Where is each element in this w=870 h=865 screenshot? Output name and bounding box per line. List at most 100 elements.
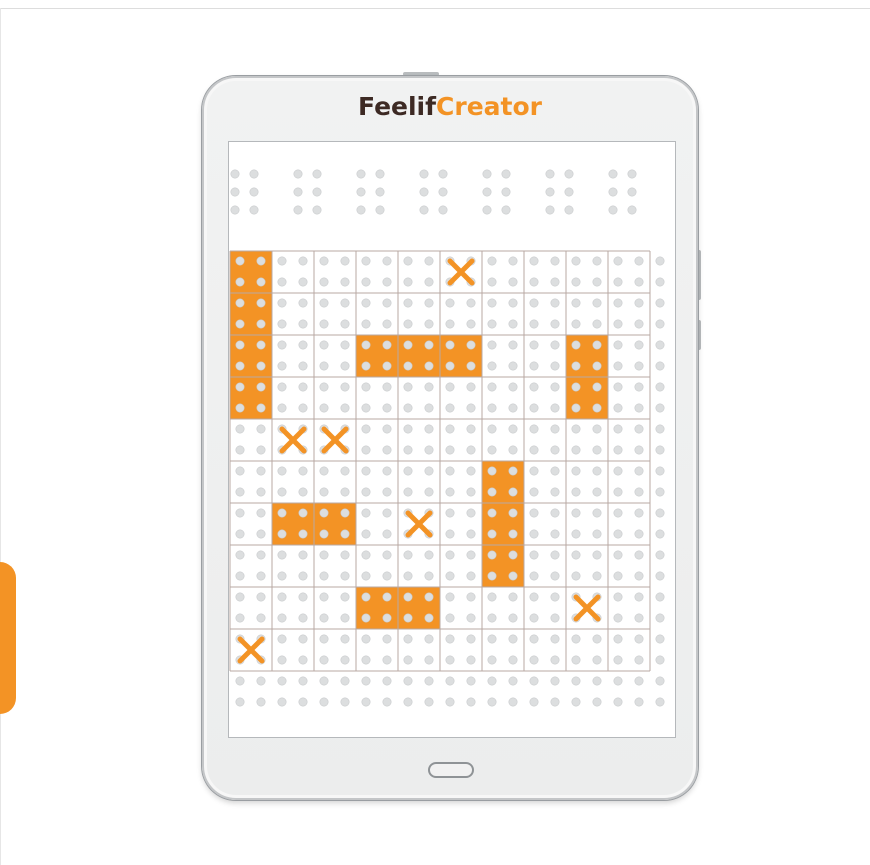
braille-dot — [613, 550, 623, 560]
braille-dot — [277, 676, 287, 686]
filled-cell[interactable] — [440, 335, 482, 377]
braille-dot — [592, 466, 602, 476]
braille-dot — [466, 340, 476, 350]
filled-cell[interactable] — [230, 377, 272, 419]
braille-dot — [613, 403, 623, 413]
filled-cell[interactable] — [356, 335, 398, 377]
braille-dot — [403, 676, 413, 686]
braille-dot — [529, 655, 539, 665]
x-mark-icon[interactable] — [405, 510, 433, 538]
braille-dot — [529, 634, 539, 644]
side-tab[interactable] — [0, 562, 16, 714]
braille-dot — [382, 508, 392, 518]
braille-dot — [613, 655, 623, 665]
braille-dot — [277, 613, 287, 623]
braille-dot — [529, 256, 539, 266]
filled-cell[interactable] — [566, 377, 608, 419]
filled-cell[interactable] — [566, 335, 608, 377]
braille-dot — [655, 319, 665, 329]
braille-dot — [277, 529, 287, 539]
braille-canvas[interactable] — [228, 141, 676, 738]
braille-dot — [235, 340, 245, 350]
filled-cell[interactable] — [398, 335, 440, 377]
braille-dot — [550, 634, 560, 644]
filled-cell[interactable] — [482, 503, 524, 545]
braille-dot — [382, 466, 392, 476]
filled-cell[interactable] — [398, 587, 440, 629]
braille-dot — [487, 592, 497, 602]
braille-dot — [613, 340, 623, 350]
filled-cell[interactable] — [230, 251, 272, 293]
filled-cell[interactable] — [314, 503, 356, 545]
braille-dot — [571, 655, 581, 665]
braille-dot — [634, 697, 644, 707]
braille-dot — [319, 613, 329, 623]
braille-dot — [545, 187, 555, 197]
braille-dot — [487, 298, 497, 308]
braille-dot — [571, 403, 581, 413]
braille-dot — [382, 403, 392, 413]
x-mark-icon[interactable] — [321, 426, 349, 454]
braille-dot — [424, 613, 434, 623]
filled-cell[interactable] — [230, 293, 272, 335]
braille-dot — [382, 256, 392, 266]
x-mark-icon[interactable] — [447, 258, 475, 286]
braille-dot — [592, 529, 602, 539]
braille-dot — [529, 592, 539, 602]
braille-dot — [235, 382, 245, 392]
braille-dot — [319, 697, 329, 707]
braille-dot — [424, 277, 434, 287]
braille-dot — [571, 319, 581, 329]
braille-dot — [235, 487, 245, 497]
braille-dot — [277, 550, 287, 560]
braille-dot — [613, 277, 623, 287]
braille-dot — [235, 403, 245, 413]
x-mark-icon[interactable] — [279, 426, 307, 454]
braille-dot — [256, 466, 266, 476]
braille-dot — [235, 550, 245, 560]
braille-dot — [235, 424, 245, 434]
filled-cell[interactable] — [230, 335, 272, 377]
filled-cell[interactable] — [356, 587, 398, 629]
filled-cell[interactable] — [482, 461, 524, 503]
x-mark-icon[interactable] — [237, 636, 265, 664]
braille-dot — [445, 592, 455, 602]
braille-dot — [403, 634, 413, 644]
braille-dot — [312, 169, 322, 179]
braille-dot — [230, 205, 240, 215]
braille-dot — [487, 256, 497, 266]
braille-dot — [298, 256, 308, 266]
x-mark-icon[interactable] — [573, 594, 601, 622]
braille-dot — [403, 697, 413, 707]
braille-dot — [424, 361, 434, 371]
filled-cell[interactable] — [272, 503, 314, 545]
braille-dot — [501, 205, 511, 215]
braille-dot — [403, 445, 413, 455]
braille-dot — [340, 382, 350, 392]
braille-dot — [340, 529, 350, 539]
braille-dot — [545, 169, 555, 179]
braille-dot — [634, 676, 644, 686]
braille-dot — [256, 424, 266, 434]
braille-dot — [466, 529, 476, 539]
braille-dot — [438, 187, 448, 197]
braille-dot — [382, 655, 392, 665]
braille-dot — [361, 361, 371, 371]
braille-dot — [424, 445, 434, 455]
braille-dot — [550, 613, 560, 623]
braille-dot — [571, 340, 581, 350]
braille-dot — [230, 187, 240, 197]
braille-dot — [403, 487, 413, 497]
braille-dot — [403, 655, 413, 665]
braille-dot — [256, 571, 266, 581]
braille-dot — [634, 256, 644, 266]
braille-dot — [592, 445, 602, 455]
filled-cell[interactable] — [482, 545, 524, 587]
braille-dot — [356, 187, 366, 197]
braille-dot — [382, 487, 392, 497]
home-button-icon[interactable] — [428, 762, 474, 778]
braille-dot — [571, 508, 581, 518]
braille-dot — [403, 298, 413, 308]
braille-dot — [403, 466, 413, 476]
braille-dot — [298, 508, 308, 518]
